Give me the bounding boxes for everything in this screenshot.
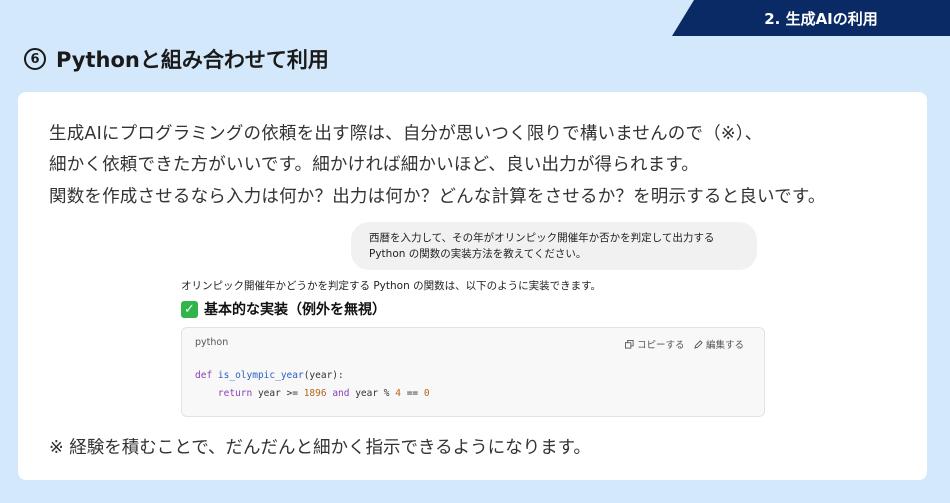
code-keyword: return (217, 388, 253, 399)
edit-code-button[interactable]: 編集する (694, 337, 744, 351)
content-card: 生成AIにプログラミングの依頼を出す際は、自分が思いつく限りで構いませんので（※… (18, 92, 927, 480)
user-message-line-2: Python の関数の実装方法を教えてください。 (369, 248, 587, 260)
code-number: 1896 (303, 388, 327, 399)
copy-code-button[interactable]: コピーする (625, 337, 685, 351)
code-keyword: and (326, 388, 350, 399)
body-line-3: 関数を作成させるなら入力は何か？出力は何か？どんな計算をさせるか？を明示すると良… (49, 187, 826, 207)
user-message-line-1: 西暦を入力して、その年がオリンピック開催年か否かを判定して出力する (369, 232, 715, 244)
code-text: == (400, 388, 424, 399)
page-title: 6 Pythonと組み合わせて利用 (24, 44, 329, 74)
code-number: 0 (423, 388, 430, 399)
pencil-icon (694, 339, 703, 349)
code-language-label: python (195, 337, 229, 348)
title-number-badge: 6 (24, 48, 46, 70)
code-text: (year): (303, 370, 344, 381)
code-line-2: return year >= 1896 and year % 4 == 0 (195, 388, 430, 399)
code-function-name: is_olympic_year (217, 370, 304, 381)
body-line-2: 細かく依頼できた方がいいです。細かければ細かいほど、良い出力が得られます。 (49, 155, 699, 175)
response-heading: ✓ 基本的な実装（例外を無視） (181, 299, 386, 319)
section-tab: 2. 生成AIの利用 (672, 0, 950, 36)
response-intro: オリンピック開催年かどうかを判定する Python の関数は、以下のように実装で… (181, 280, 602, 292)
code-block: python コピーする 編集する def is_olympic_year(ye… (181, 327, 765, 417)
check-mark-icon: ✓ (181, 300, 198, 318)
edit-code-label: 編集する (706, 340, 745, 351)
section-tab-label: 2. 生成AIの利用 (764, 9, 878, 28)
code-text: year % (349, 388, 396, 399)
footnote: ※ 経験を積むことで、だんだんと細かく指示できるようになります。 (49, 438, 591, 458)
code-line-1: def is_olympic_year(year): (195, 370, 344, 381)
code-keyword: def (195, 370, 213, 381)
user-message-bubble: 西暦を入力して、その年がオリンピック開催年か否かを判定して出力する Python… (351, 222, 757, 270)
body-line-1: 生成AIにプログラミングの依頼を出す際は、自分が思いつく限りで構いませんので（※… (49, 124, 763, 144)
code-text: year >= (252, 388, 304, 399)
response-heading-text: 基本的な実装（例外を無視） (204, 302, 386, 318)
page-title-text: Pythonと組み合わせて利用 (56, 48, 329, 72)
copy-icon (625, 339, 634, 349)
copy-code-label: コピーする (637, 340, 685, 351)
